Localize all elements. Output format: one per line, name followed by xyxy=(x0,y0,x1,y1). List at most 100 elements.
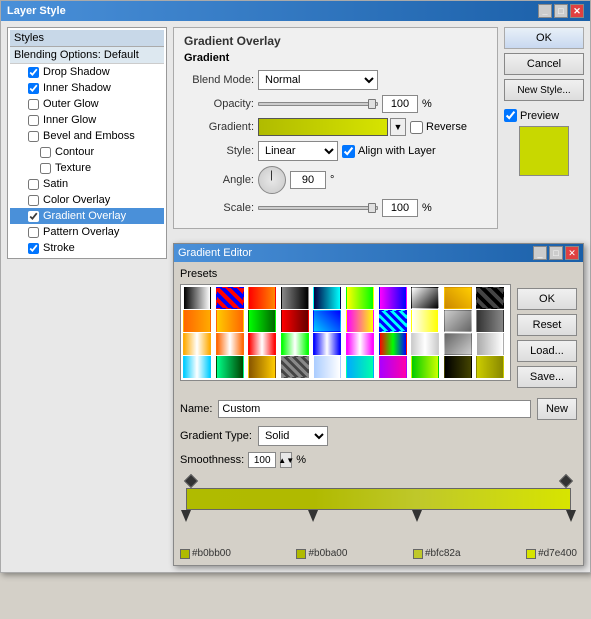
preset-swatch-31[interactable] xyxy=(216,356,244,378)
ge-maximize-btn[interactable]: □ xyxy=(549,246,563,260)
layer-item-gradient-overlay[interactable]: Gradient Overlay xyxy=(10,208,164,224)
preset-swatch-24[interactable] xyxy=(313,333,341,355)
preset-swatch-4[interactable] xyxy=(313,287,341,309)
preset-swatch-3[interactable] xyxy=(281,287,309,309)
ge-load-button[interactable]: Load... xyxy=(517,340,577,362)
scale-input[interactable] xyxy=(382,199,418,217)
ge-save-button[interactable]: Save... xyxy=(517,366,577,388)
pattern-overlay-checkbox[interactable] xyxy=(28,227,39,238)
preset-swatch-35[interactable] xyxy=(346,356,374,378)
reverse-checkbox[interactable] xyxy=(410,121,423,134)
opacity-stop-left[interactable] xyxy=(184,474,198,488)
layer-item-pattern-overlay[interactable]: Pattern Overlay xyxy=(10,224,164,240)
preset-swatch-25[interactable] xyxy=(346,333,374,355)
layer-item-satin[interactable]: Satin xyxy=(10,176,164,192)
scale-slider[interactable] xyxy=(258,206,378,210)
preset-swatch-13[interactable] xyxy=(281,310,309,332)
gradient-dropdown-btn[interactable]: ▼ xyxy=(390,118,406,136)
blend-mode-select[interactable]: Normal Multiply Screen xyxy=(258,70,378,90)
preset-swatch-21[interactable] xyxy=(216,333,244,355)
color-stop-3[interactable] xyxy=(566,510,576,522)
preview-checkbox[interactable] xyxy=(504,109,517,122)
preset-swatch-22[interactable] xyxy=(248,333,276,355)
preset-swatch-14[interactable] xyxy=(313,310,341,332)
preset-swatch-1[interactable] xyxy=(216,287,244,309)
blending-options-item[interactable]: Blending Options: Default xyxy=(10,47,164,64)
color-overlay-checkbox[interactable] xyxy=(28,195,39,206)
styles-header[interactable]: Styles xyxy=(10,30,164,47)
gradient-swatch[interactable] xyxy=(258,118,388,136)
minimize-button[interactable]: _ xyxy=(538,4,552,18)
preset-swatch-29[interactable] xyxy=(476,333,504,355)
preset-swatch-10[interactable] xyxy=(183,310,211,332)
ge-close-btn[interactable]: ✕ xyxy=(565,246,579,260)
preset-swatch-30[interactable] xyxy=(183,356,211,378)
opacity-stop-right[interactable] xyxy=(559,474,573,488)
preset-swatch-8[interactable] xyxy=(444,287,472,309)
angle-input[interactable] xyxy=(290,171,326,189)
ge-minimize-btn[interactable]: _ xyxy=(533,246,547,260)
preset-swatch-26[interactable] xyxy=(379,333,407,355)
inner-glow-checkbox[interactable] xyxy=(28,115,39,126)
preset-swatch-0[interactable] xyxy=(183,287,211,309)
ge-ok-button[interactable]: OK xyxy=(517,288,577,310)
layer-item-texture[interactable]: Texture xyxy=(10,160,164,176)
preset-swatch-12[interactable] xyxy=(248,310,276,332)
ge-new-button[interactable]: New xyxy=(537,398,577,420)
drop-shadow-checkbox[interactable] xyxy=(28,67,39,78)
preset-swatch-6[interactable] xyxy=(379,287,407,309)
ge-smoothness-input[interactable] xyxy=(248,452,276,468)
preset-swatch-37[interactable] xyxy=(411,356,439,378)
layer-item-bevel-emboss[interactable]: Bevel and Emboss xyxy=(10,128,164,144)
preset-swatch-18[interactable] xyxy=(444,310,472,332)
preset-swatch-5[interactable] xyxy=(346,287,374,309)
color-stop-1[interactable] xyxy=(308,510,318,522)
layer-item-drop-shadow[interactable]: Drop Shadow xyxy=(10,64,164,80)
bevel-emboss-checkbox[interactable] xyxy=(28,131,39,142)
gradient-bar[interactable] xyxy=(186,488,571,510)
maximize-button[interactable]: □ xyxy=(554,4,568,18)
close-button[interactable]: ✕ xyxy=(570,4,584,18)
preset-swatch-28[interactable] xyxy=(444,333,472,355)
gradient-overlay-checkbox[interactable] xyxy=(28,211,39,222)
preset-swatch-27[interactable] xyxy=(411,333,439,355)
inner-shadow-checkbox[interactable] xyxy=(28,83,39,94)
preset-swatch-16[interactable] xyxy=(379,310,407,332)
color-stop-0[interactable] xyxy=(181,510,191,522)
preset-swatch-7[interactable] xyxy=(411,287,439,309)
ok-button[interactable]: OK xyxy=(504,27,584,49)
ge-type-select[interactable]: Solid Noise xyxy=(258,426,328,446)
ge-reset-button[interactable]: Reset xyxy=(517,314,577,336)
layer-item-inner-glow[interactable]: Inner Glow xyxy=(10,112,164,128)
layer-item-color-overlay[interactable]: Color Overlay xyxy=(10,192,164,208)
preset-swatch-33[interactable] xyxy=(281,356,309,378)
outer-glow-checkbox[interactable] xyxy=(28,99,39,110)
preset-swatch-32[interactable] xyxy=(248,356,276,378)
contour-checkbox[interactable] xyxy=(40,147,51,158)
preset-swatch-19[interactable] xyxy=(476,310,504,332)
ge-name-input[interactable] xyxy=(218,400,531,418)
opacity-slider[interactable] xyxy=(258,102,378,106)
layer-item-contour[interactable]: Contour xyxy=(10,144,164,160)
align-layer-label[interactable]: Align with Layer xyxy=(342,145,436,158)
preset-swatch-2[interactable] xyxy=(248,287,276,309)
preset-swatch-23[interactable] xyxy=(281,333,309,355)
color-stop-2[interactable] xyxy=(412,510,422,522)
opacity-input[interactable] xyxy=(382,95,418,113)
texture-checkbox[interactable] xyxy=(40,163,51,174)
preset-swatch-36[interactable] xyxy=(379,356,407,378)
style-select[interactable]: Linear Radial Angle xyxy=(258,141,338,161)
new-style-button[interactable]: New Style... xyxy=(504,79,584,101)
angle-dial[interactable] xyxy=(258,166,286,194)
preset-swatch-15[interactable] xyxy=(346,310,374,332)
preset-swatch-11[interactable] xyxy=(216,310,244,332)
satin-checkbox[interactable] xyxy=(28,179,39,190)
ge-smoothness-spinner[interactable]: ▲▼ xyxy=(280,452,292,468)
reverse-checkbox-label[interactable]: Reverse xyxy=(410,121,467,134)
cancel-button[interactable]: Cancel xyxy=(504,53,584,75)
layer-item-inner-shadow[interactable]: Inner Shadow xyxy=(10,80,164,96)
preset-swatch-9[interactable] xyxy=(476,287,504,309)
preset-swatch-20[interactable] xyxy=(183,333,211,355)
layer-item-stroke[interactable]: Stroke xyxy=(10,240,164,256)
preset-swatch-39[interactable] xyxy=(476,356,504,378)
